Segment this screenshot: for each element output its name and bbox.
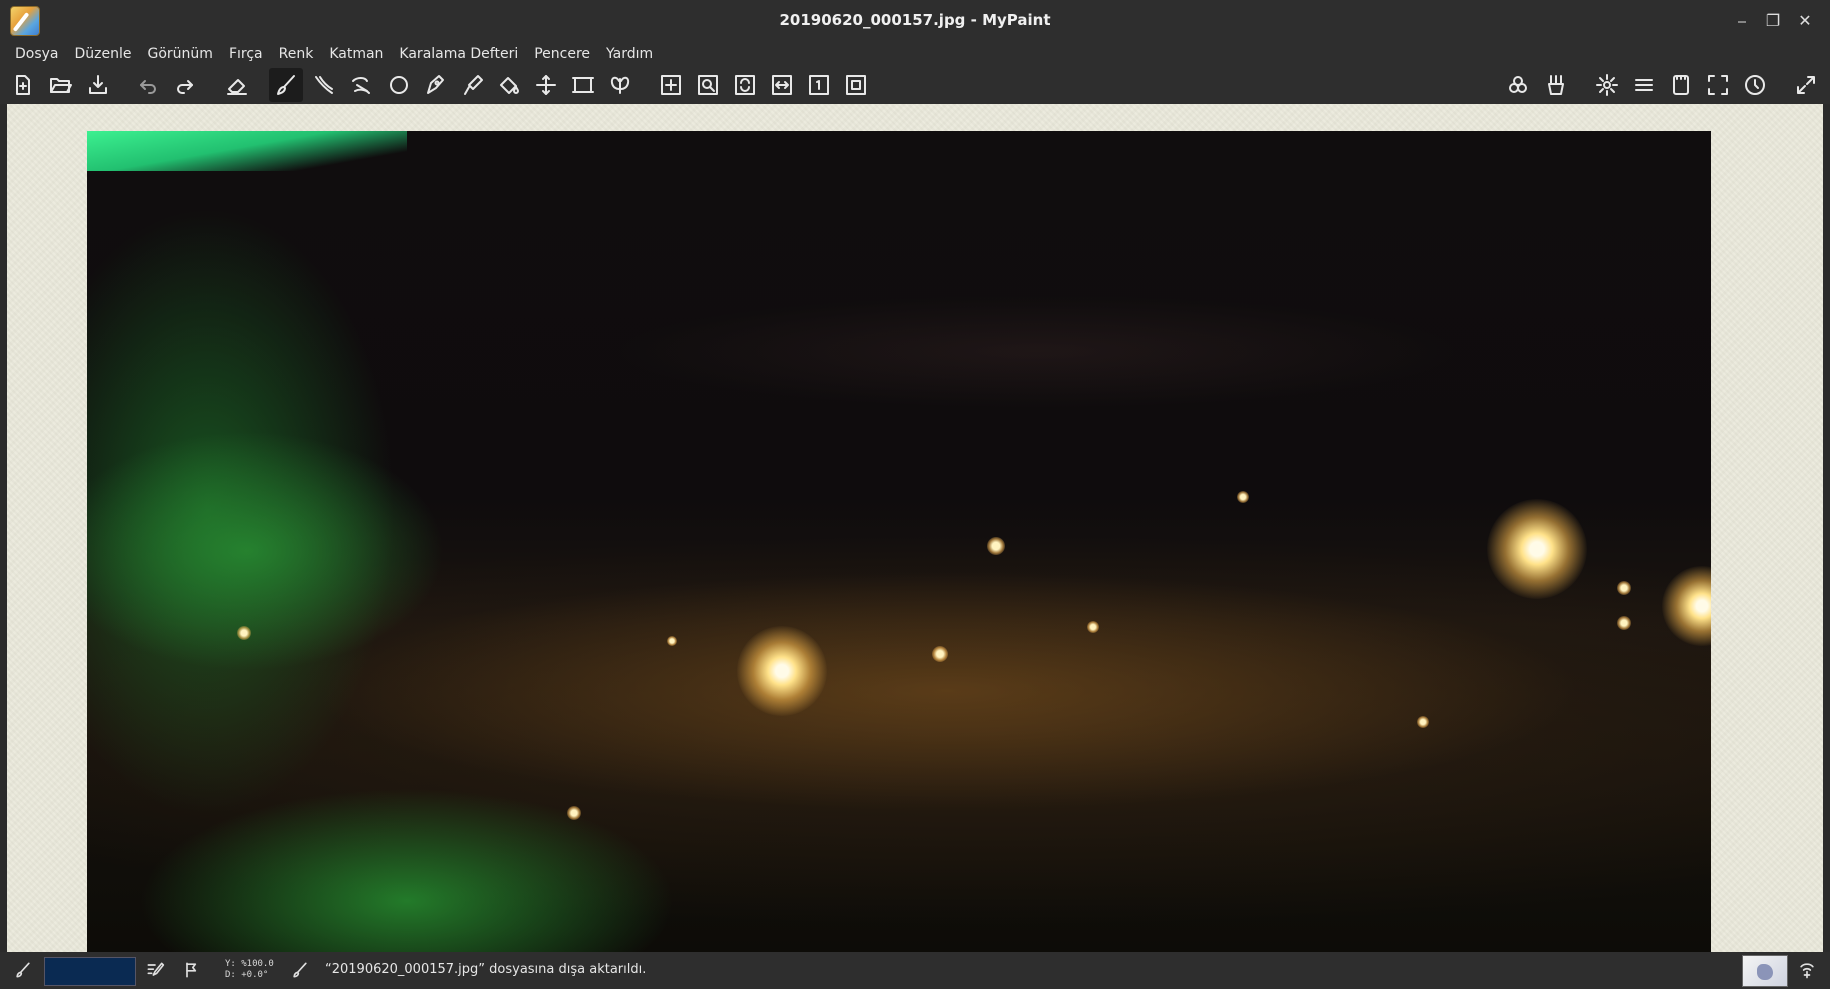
photo-light: [667, 636, 677, 646]
photo-light: [1617, 616, 1631, 630]
current-brush-icon[interactable]: [13, 960, 33, 980]
minimize-button[interactable]: ⎯: [1730, 9, 1754, 33]
photo-light: [1617, 581, 1631, 595]
pen-icon[interactable]: [419, 68, 453, 102]
scratchpad-icon[interactable]: [1664, 68, 1698, 102]
color-picker-icon[interactable]: [456, 68, 490, 102]
current-color-swatch[interactable]: [44, 957, 136, 986]
maximize-button[interactable]: ❐: [1761, 9, 1785, 33]
menu-scratchpad[interactable]: Karalama Defteri: [391, 42, 526, 66]
view-coordinates: Y: %100.0 D: +0.0°: [225, 959, 274, 981]
eraser-icon[interactable]: [220, 68, 254, 102]
brush-edit-icon[interactable]: [145, 960, 165, 980]
document-image: [87, 131, 1711, 952]
brush-icon[interactable]: [269, 68, 303, 102]
photo-streetlight: [737, 626, 827, 716]
photo-streetlight: [1662, 566, 1711, 646]
lasso-icon[interactable]: [344, 68, 378, 102]
menu-color[interactable]: Renk: [271, 42, 322, 66]
close-button[interactable]: ✕: [1793, 9, 1817, 33]
menu-layer[interactable]: Katman: [321, 42, 391, 66]
photo-streetlight: [1487, 499, 1587, 599]
menu-view[interactable]: Görünüm: [140, 42, 221, 66]
window-title: 20190620_000157.jpg - MyPaint: [779, 11, 1051, 29]
photo-light: [567, 806, 581, 820]
photo-light: [932, 646, 948, 662]
fullscreen-icon[interactable]: [1701, 68, 1735, 102]
ellipse-icon[interactable]: [382, 68, 416, 102]
menu-brush[interactable]: Fırça: [221, 42, 271, 66]
zoom-readout: Y: %100.0: [225, 959, 274, 969]
undo-icon[interactable]: [131, 68, 165, 102]
photo-light: [1087, 621, 1099, 633]
photo-light: [1417, 716, 1429, 728]
menu-help[interactable]: Yardım: [598, 42, 661, 66]
main-toolbar: [0, 66, 1830, 104]
photo-rooftop: [87, 131, 407, 171]
history-clock-icon[interactable]: [1738, 68, 1772, 102]
brush-status-icon: [290, 960, 310, 980]
photo-light: [1237, 491, 1249, 503]
symmetry-icon[interactable]: [603, 68, 637, 102]
new-document-icon[interactable]: [6, 68, 40, 102]
menu-file[interactable]: Dosya: [7, 42, 67, 66]
save-icon[interactable]: [81, 68, 115, 102]
redo-icon[interactable]: [168, 68, 202, 102]
drawing-canvas[interactable]: [7, 104, 1823, 952]
menu-edit[interactable]: Düzenle: [67, 42, 140, 66]
open-folder-icon[interactable]: [43, 68, 77, 102]
rotate-icon[interactable]: [728, 68, 762, 102]
status-message: “20190620_000157.jpg” dosyasına dışa akt…: [325, 962, 647, 977]
brush-preview-thumbnail[interactable]: [1742, 955, 1788, 987]
layers-icon[interactable]: [1627, 68, 1661, 102]
expand-icon[interactable]: [1789, 68, 1823, 102]
settings-gear-icon[interactable]: [1590, 68, 1624, 102]
frame-icon[interactable]: [566, 68, 600, 102]
color-circles-icon[interactable]: [1501, 68, 1535, 102]
fill-bucket-icon[interactable]: [492, 68, 526, 102]
move-layer-icon[interactable]: [529, 68, 563, 102]
inking-icon[interactable]: [307, 68, 341, 102]
reset-view-icon[interactable]: [802, 68, 836, 102]
brushes-icon[interactable]: [1539, 68, 1573, 102]
status-bar: Y: %100.0 D: +0.0° “20190620_000157.jpg”…: [0, 952, 1830, 989]
fit-view-icon[interactable]: [839, 68, 873, 102]
menu-window[interactable]: Pencere: [526, 42, 598, 66]
zoom-icon[interactable]: [691, 68, 725, 102]
photo-light: [987, 537, 1005, 555]
menu-bar: Dosya Düzenle Görünüm Fırça Renk Katman …: [0, 42, 1830, 66]
pan-icon[interactable]: [654, 68, 688, 102]
photo-light: [237, 626, 251, 640]
title-bar: 20190620_000157.jpg - MyPaint ⎯ ❐ ✕: [0, 0, 1830, 42]
rotation-readout: D: +0.0°: [225, 970, 269, 980]
flip-icon[interactable]: [765, 68, 799, 102]
pressure-settings-icon[interactable]: [1797, 960, 1817, 980]
layer-mode-icon[interactable]: [182, 960, 202, 980]
